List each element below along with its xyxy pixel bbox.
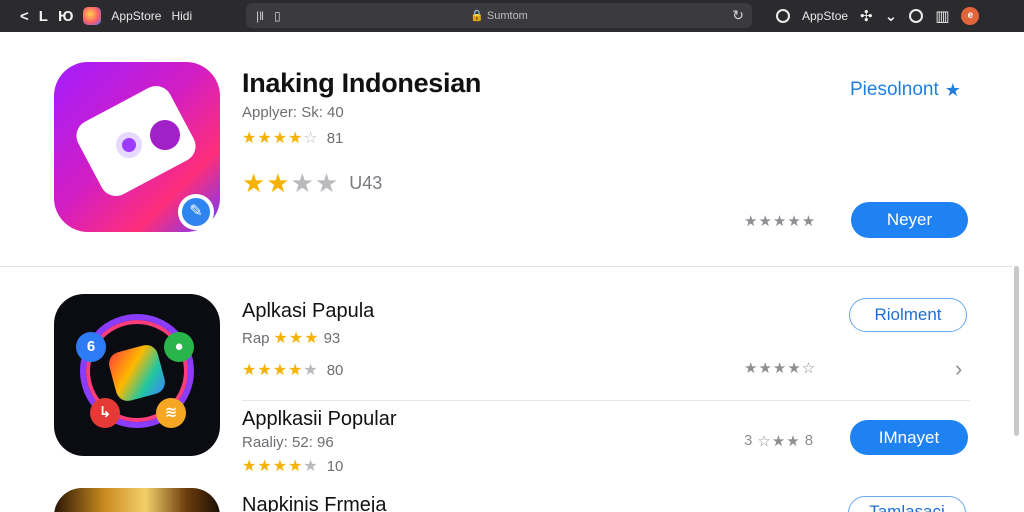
list-divider [242,400,970,401]
chevron-right-icon[interactable]: › [955,356,962,382]
rating-count: 80 [326,361,344,379]
app-rating-2: ★★★★★ 10 [242,456,343,476]
app-rating-1: ★★★★★ 80 [242,360,343,380]
tab-appstore[interactable]: AppStore [111,9,161,23]
history-icon[interactable]: Ю [58,9,73,24]
gray-star-rating-icon: ★★★★☆ [744,360,817,377]
avatar[interactable]: e [961,7,980,25]
gray-star-rating-2: 3 ☆★★ 8 [744,432,814,450]
app-eye-icon [116,132,142,158]
app-icon-popular-1[interactable]: 6 ● ↳ ≋ [54,294,220,456]
featured-link[interactable]: Piesolnont ★ [850,79,961,101]
featured-rating-big: ★★★★ U43 [242,168,382,199]
star-rating-icon: ★★★★★ [242,362,319,379]
gray-star-rating-icon: ★★★★★ [744,213,817,230]
address-url: Sumtom [486,10,528,22]
subtitle-prefix: Rap [242,329,270,347]
circle-icon[interactable] [909,9,924,23]
rating-count: 8 [804,432,815,449]
reader-icon[interactable]: ▥ [935,9,949,24]
atom-icon[interactable] [776,9,790,23]
address-bar[interactable]: |‖ ▯ 🔒 Sumtom ↻ [246,3,752,28]
featured-rating-small: ★★★★☆ 81 [242,128,343,148]
app-icon-3[interactable] [54,488,220,512]
app-eye-icon-2 [150,120,180,150]
reload-icon[interactable]: ↻ [732,7,744,24]
featured-get-button[interactable]: Neyer [851,202,968,238]
app-title-3[interactable]: Napkinis Frmeja [242,494,386,512]
star-icon: ★ [944,79,961,100]
section-divider [0,266,1012,267]
star-rating-icon: ★★★★★ [242,458,319,475]
blue-dot-icon: 6 [76,332,106,362]
app-subtitle-1: Rap ★★★ 93 [242,328,340,348]
star-rating-icon: ★★★★ [242,168,340,198]
red-dot-icon: ↳ [90,398,120,428]
app-button-2[interactable]: IMnayet [850,420,968,455]
toolbar-left-group: < L Ю AppStore Hidi [0,7,240,25]
star-rating-icon: ★★★★☆ [242,130,319,147]
lock-icon: 🔒 [470,10,487,22]
orange-dot-icon: ≋ [156,398,186,428]
rating-prefix: 3 [744,432,754,449]
app-title-1[interactable]: Aplkasi Papula [242,300,374,323]
browser-toolbar: < L Ю AppStore Hidi |‖ ▯ 🔒 Sumtom ↻ AppS… [0,0,1024,32]
app-button-3[interactable]: Tamlasaci [848,496,966,512]
chevron-down-icon[interactable]: ⌄ [885,9,898,24]
pen-badge-icon: ✎ [178,194,214,230]
rating-count: 81 [326,129,344,147]
featured-title[interactable]: Inaking Indonesian [242,68,481,99]
toolbar-right-group: AppStoe ✣ ⌄ ▥ e [776,0,980,32]
app-button-1[interactable]: Riolment [849,298,967,332]
address-text[interactable]: 🔒 Sumtom [246,9,752,22]
app-title-2[interactable]: Applkasii Popular [242,408,397,431]
app-logo-icon [83,7,102,25]
l-icon[interactable]: L [39,9,48,24]
star-rating-icon: ★★★ [273,330,320,347]
rating-count: 10 [326,457,344,475]
appstore-label[interactable]: AppStoe [802,9,848,23]
subtitle-count: 93 [323,329,341,347]
scrollbar-thumb[interactable] [1014,266,1019,436]
app-subtitle-2: Raaliy: 52: 96 [242,434,334,451]
puzzle-icon[interactable]: ✣ [860,9,873,24]
rating-count: U43 [349,173,383,193]
featured-link-label: Piesolnont [850,79,939,100]
green-dot-icon: ● [164,332,194,362]
gray-star-rating-icon: ☆★★ [757,433,801,450]
back-icon[interactable]: < [20,9,29,24]
tab-extra[interactable]: Hidi [171,9,192,23]
featured-subtitle: Applyer: Sk: 40 [242,104,344,121]
